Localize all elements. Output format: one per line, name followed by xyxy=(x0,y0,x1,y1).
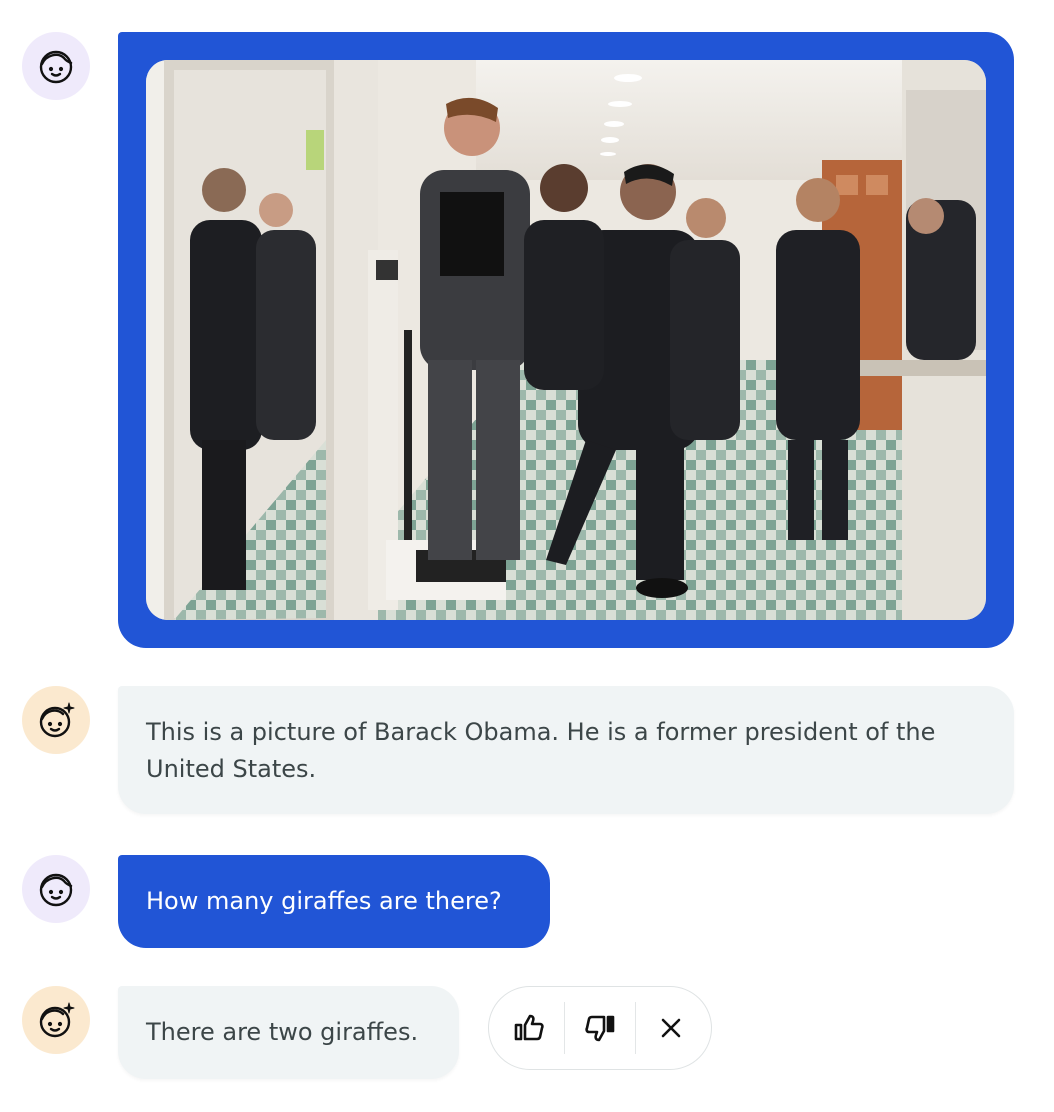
thumbs-up-icon xyxy=(514,1014,544,1041)
assistant-avatar xyxy=(22,686,90,754)
dislike-button[interactable] xyxy=(570,998,630,1058)
separator xyxy=(634,1002,637,1054)
user-message-text: How many giraffes are there? xyxy=(146,887,502,915)
assistant-message-bubble: This is a picture of Barack Obama. He is… xyxy=(118,686,1014,814)
assistant-message-bubble: There are two giraffes. xyxy=(118,986,459,1079)
like-button[interactable] xyxy=(499,998,559,1058)
thumbs-down-icon xyxy=(585,1015,615,1042)
user-avatar xyxy=(22,32,90,100)
assistant-avatar xyxy=(22,986,90,1054)
assistant-message-text: There are two giraffes. xyxy=(146,1018,419,1046)
attached-photo[interactable] xyxy=(146,60,986,620)
user-avatar xyxy=(22,855,90,923)
user-face-icon xyxy=(39,873,73,907)
close-icon xyxy=(661,1018,680,1038)
assistant-face-sparkle-icon xyxy=(39,702,75,738)
feedback-bar xyxy=(488,986,712,1070)
assistant-face-sparkle-icon xyxy=(39,1002,75,1038)
image-message-bubble[interactable] xyxy=(118,32,1014,648)
separator xyxy=(563,1002,566,1054)
user-face-icon xyxy=(39,50,73,84)
assistant-message-text: This is a picture of Barack Obama. He is… xyxy=(146,718,936,783)
close-feedback-button[interactable] xyxy=(641,998,701,1058)
user-message-bubble: How many giraffes are there? xyxy=(118,855,550,948)
